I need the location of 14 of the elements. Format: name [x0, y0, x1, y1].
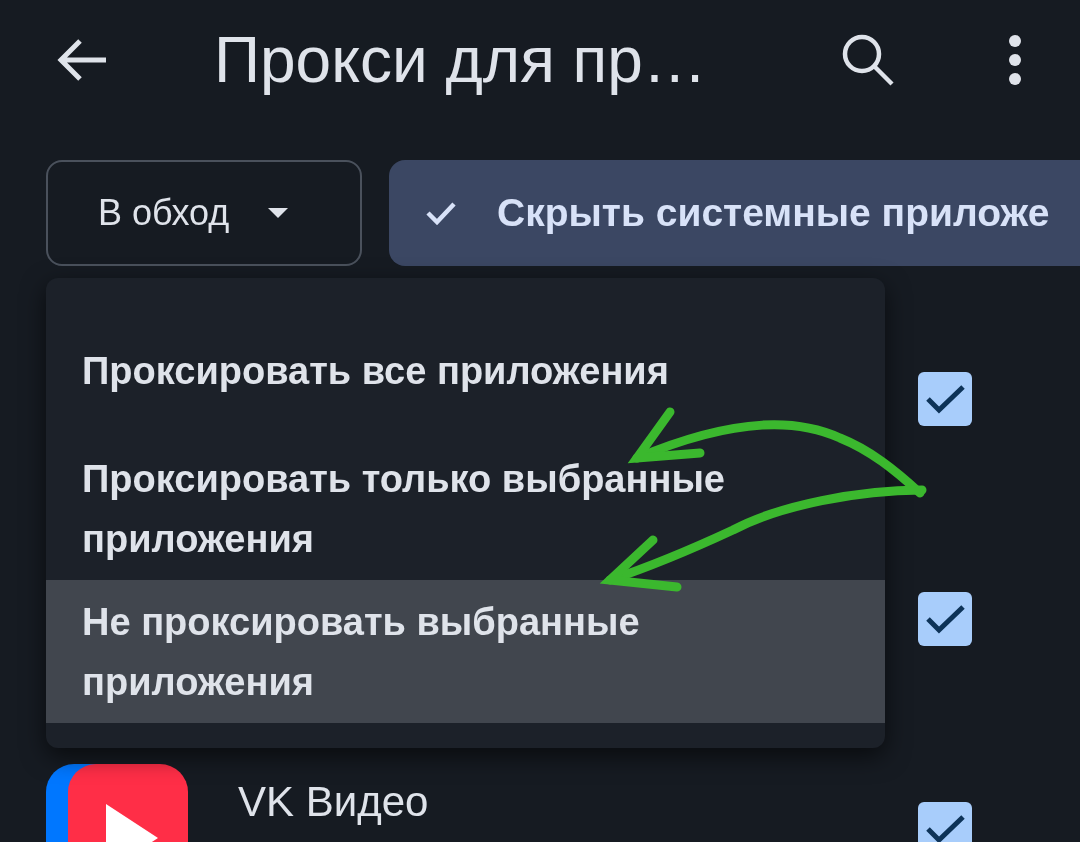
app-name: VK Видео — [238, 777, 429, 827]
more-options-icon[interactable] — [1008, 34, 1022, 86]
dropdown-caret-icon — [267, 207, 290, 219]
menu-item[interactable]: Проксировать все приложения — [46, 304, 885, 437]
back-arrow-icon[interactable] — [56, 38, 108, 82]
checkbox[interactable] — [918, 372, 972, 426]
checkbox[interactable] — [918, 802, 972, 842]
check-icon — [425, 201, 457, 225]
checkbox[interactable] — [918, 592, 972, 646]
search-icon[interactable] — [840, 32, 896, 88]
mode-dropdown[interactable]: В обход — [46, 160, 362, 266]
menu-item[interactable]: Проксировать только выбранные приложения — [46, 437, 885, 580]
hide-system-apps-chip[interactable]: Скрыть системные приложе — [389, 160, 1080, 266]
menu-item[interactable]: Не проксировать выбранные приложения — [46, 580, 885, 723]
